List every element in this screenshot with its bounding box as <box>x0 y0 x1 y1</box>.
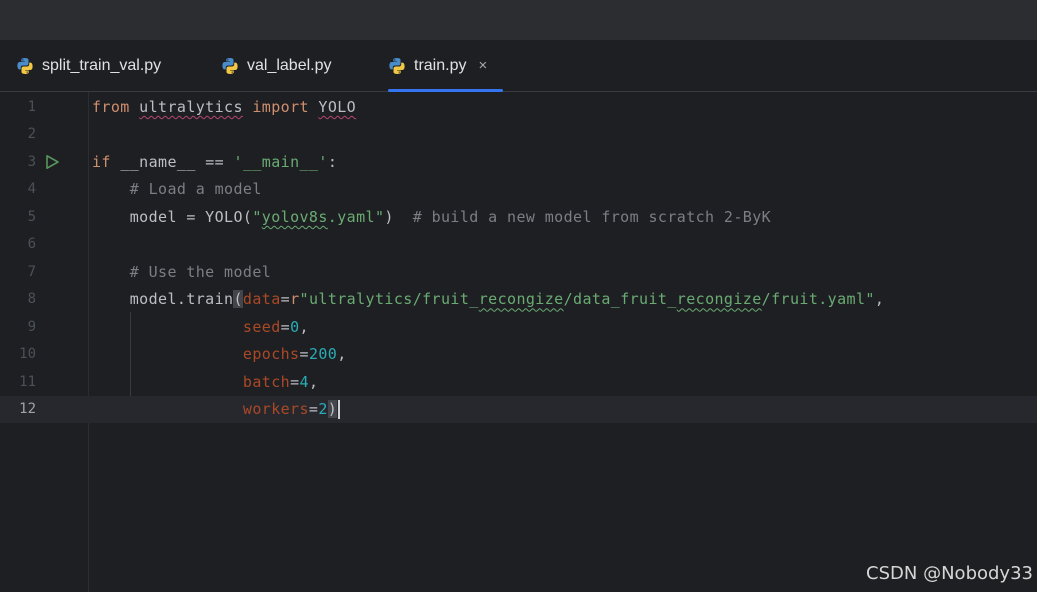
code-text: # Load a model <box>92 180 262 198</box>
number-literal: 200 <box>308 345 338 364</box>
operator: == <box>205 152 225 171</box>
code-text: from ultralytics import YOLO <box>92 98 356 116</box>
close-tab-icon[interactable]: × <box>478 58 487 73</box>
line-number: 12 <box>19 401 36 418</box>
keyword: import <box>252 97 309 116</box>
string-literal: .yaml" <box>327 207 385 226</box>
code-text: # Use the model <box>92 263 271 281</box>
python-file-icon <box>222 57 238 74</box>
comma: , <box>308 372 319 391</box>
python-file-icon <box>389 57 405 74</box>
code-text: epochs=200, <box>92 345 347 363</box>
code-line: 5 model = YOLO("yolov8s.yaml") # build a… <box>0 203 1037 231</box>
code-line: 2 <box>0 121 1037 149</box>
line-number: 7 <box>27 263 36 280</box>
code-line: 1 from ultralytics import YOLO <box>0 93 1037 121</box>
line-number: 3 <box>27 153 36 170</box>
string-literal: /fruit.yaml" <box>761 290 875 309</box>
comment: # Use the model <box>129 262 272 281</box>
code-editor[interactable]: 1 from ultralytics import YOLO 2 3 if __… <box>0 92 1037 592</box>
string-literal: '__main__' <box>233 152 328 171</box>
string-literal: recongize <box>676 290 762 309</box>
line-number: 2 <box>27 126 36 143</box>
operator: = <box>280 317 291 336</box>
line-number: 6 <box>27 236 36 253</box>
code-line: 8 model.train(data=r"ultralytics/fruit_r… <box>0 286 1037 314</box>
line-number: 8 <box>27 291 36 308</box>
code-line: 11 batch=4, <box>0 368 1037 396</box>
comment: # Load a model <box>129 180 262 199</box>
parameter: batch <box>242 372 291 391</box>
code-line: 6 <box>0 231 1037 259</box>
tab-val-label[interactable]: val_label.py <box>221 40 332 91</box>
code-line: 9 seed=0, <box>0 313 1037 341</box>
code-line: 3 if __name__ == '__main__': <box>0 148 1037 176</box>
keyword: if <box>92 152 111 171</box>
editor-tab-bar: split_train_val.py val_label.py train.py… <box>0 40 1037 92</box>
code-fragment: model.train <box>129 290 234 309</box>
title-bar <box>0 0 1037 40</box>
code-text: batch=4, <box>92 373 318 391</box>
operator: = <box>280 290 291 309</box>
code-text: model.train(data=r"ultralytics/fruit_rec… <box>92 290 885 309</box>
code-text: seed=0, <box>92 318 309 336</box>
tab-label: split_train_val.py <box>42 56 162 74</box>
code-text: if __name__ == '__main__': <box>92 153 337 171</box>
code-line: 4 # Load a model <box>0 176 1037 204</box>
comma: , <box>299 317 309 336</box>
string-literal: /data_fruit_ <box>563 290 677 309</box>
comma: , <box>874 290 885 309</box>
code-text: model = YOLO("yolov8s.yaml") # build a n… <box>92 208 771 226</box>
string-literal: recongize <box>478 290 564 309</box>
line-number: 10 <box>19 346 36 363</box>
operator: = <box>290 372 300 391</box>
run-icon[interactable] <box>44 154 60 170</box>
code-text: workers=2) <box>92 399 341 419</box>
tab-split-train-val[interactable]: split_train_val.py <box>16 40 161 91</box>
text-caret <box>338 399 341 419</box>
watermark: CSDN @Nobody33 <box>866 563 1033 584</box>
tab-label: val_label.py <box>247 56 332 74</box>
code-line: 10 epochs=200, <box>0 341 1037 369</box>
line-number: 9 <box>27 318 36 335</box>
line-number: 4 <box>27 181 36 198</box>
comma: , <box>337 345 347 364</box>
comment: # build a new model from scratch 2-ByK <box>412 207 772 226</box>
code-fragment: ) <box>384 207 394 226</box>
tab-label: train.py <box>414 56 467 74</box>
operator: = <box>308 399 319 418</box>
string-prefix: r <box>290 290 300 309</box>
operator: = <box>299 345 309 364</box>
parameter: workers <box>242 399 309 418</box>
code-line-current: 12 workers=2) <box>0 395 1037 423</box>
parameter: seed <box>242 317 281 336</box>
string-literal: " <box>252 207 262 226</box>
keyword: from <box>92 97 130 116</box>
number-literal: 0 <box>290 317 300 336</box>
string-literal: yolov8s <box>261 207 328 226</box>
code-line: 7 # Use the model <box>0 258 1037 286</box>
python-file-icon <box>17 57 33 74</box>
class-name: YOLO <box>318 97 357 116</box>
matched-paren: ) <box>327 399 338 418</box>
number-literal: 2 <box>318 399 328 418</box>
line-number: 11 <box>19 373 36 390</box>
matched-paren: ( <box>233 290 243 309</box>
string-literal: "ultralytics/fruit_ <box>299 290 479 309</box>
line-number: 1 <box>27 98 36 115</box>
number-literal: 4 <box>299 372 309 391</box>
colon: : <box>327 152 338 171</box>
line-number: 5 <box>27 208 36 225</box>
code-fragment: model = YOLO( <box>129 207 253 226</box>
module-name: ultralytics <box>139 97 243 116</box>
tab-train[interactable]: train.py × <box>388 40 504 92</box>
parameter: epochs <box>242 345 300 364</box>
parameter: data <box>242 290 281 309</box>
identifier: __name__ <box>120 152 196 171</box>
